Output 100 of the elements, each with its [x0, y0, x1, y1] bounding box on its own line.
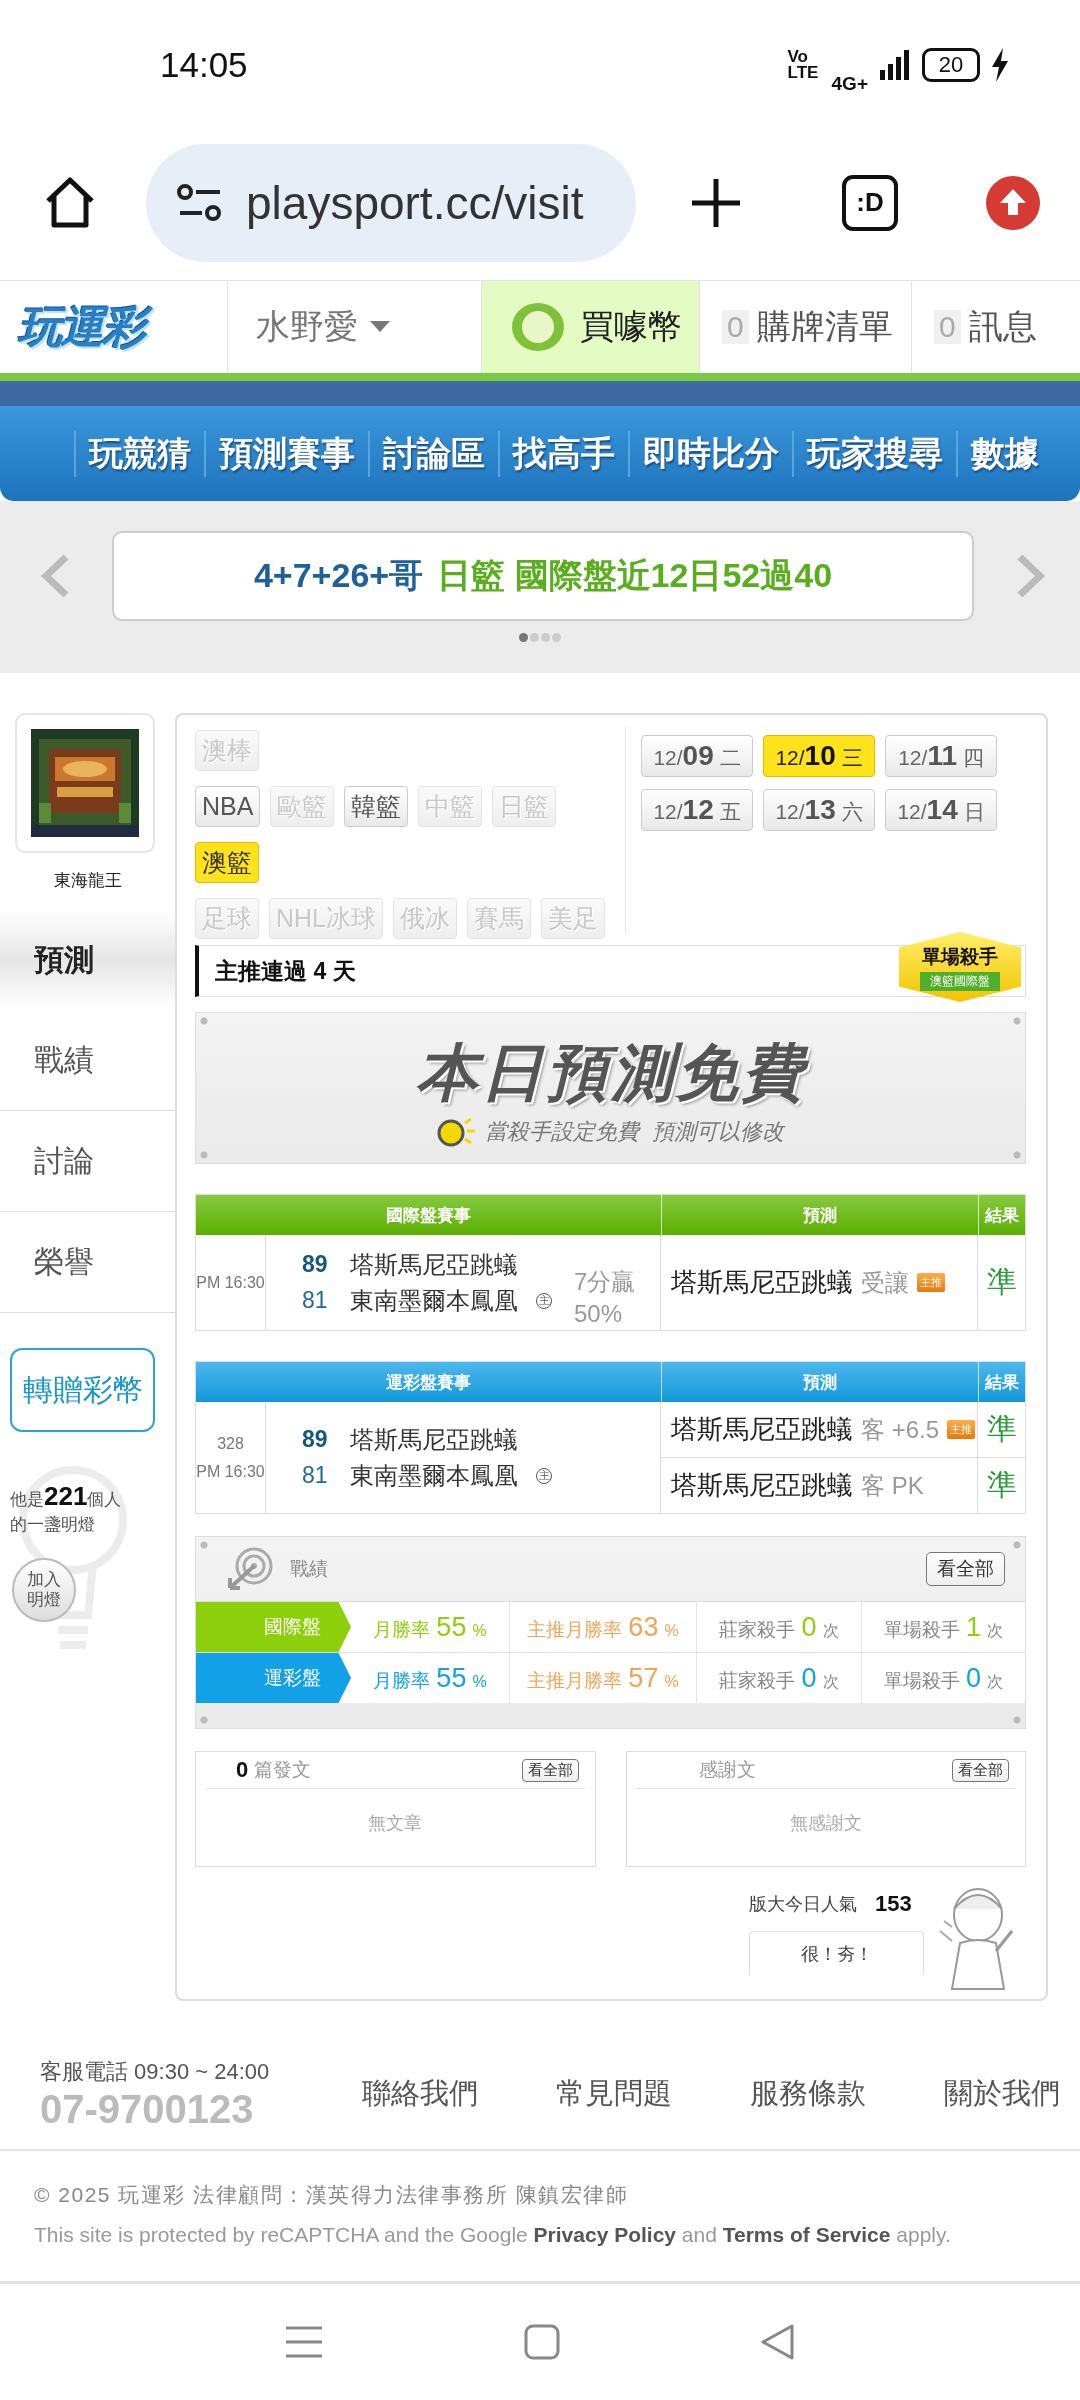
nav-link[interactable]: 找高手	[498, 430, 628, 477]
nav-link[interactable]: 預測賽事	[204, 430, 368, 477]
prediction-pick: 客 PK	[861, 1470, 924, 1501]
result-mark: 準	[986, 1411, 1017, 1447]
handicap-note: 50%	[574, 1298, 624, 1329]
column-header: 結果	[978, 1362, 1025, 1402]
page-dot[interactable]	[541, 633, 550, 642]
profile-tab[interactable]: 討論	[0, 1111, 175, 1212]
phone-number: 07-9700123	[40, 2086, 255, 2132]
post-count: 0	[236, 1757, 249, 1783]
page-dot[interactable]	[530, 633, 539, 642]
like-button[interactable]: 很！夯！	[749, 1931, 924, 1975]
team-score: 81	[302, 1462, 329, 1489]
game-time: PM 16:30	[196, 1273, 265, 1292]
stat-unit: %	[664, 1673, 679, 1691]
stat-label: 莊家殺手	[719, 1669, 796, 1693]
stat-value: 55	[436, 1612, 467, 1643]
back-icon[interactable]	[760, 2323, 796, 2361]
promo-text: 日籃 國際盤近12日52過40	[437, 555, 833, 596]
date-tab[interactable]: 12/10 三	[763, 735, 875, 777]
sport-filter[interactable]: 澳籃	[195, 842, 259, 883]
expert-name: 4+7+26+哥	[253, 555, 424, 596]
game-time: PM 16:30	[196, 1462, 265, 1481]
page-dot[interactable]	[552, 633, 561, 642]
stat-label: 月勝率	[373, 1669, 431, 1693]
messages-button[interactable]: 0 訊息	[912, 281, 1080, 373]
popularity-count: 153	[875, 1891, 912, 1917]
footer-link[interactable]: 服務條款	[750, 2074, 866, 2114]
date-tab[interactable]: 12/14 日	[885, 789, 997, 831]
stat-value: 55	[436, 1663, 467, 1694]
promo-card[interactable]: 4+7+26+哥 日籃 國際盤近12日52過40	[112, 531, 974, 621]
nav-link[interactable]: 玩家搜尋	[792, 430, 956, 477]
team-name: 塔斯馬尼亞跳蟻	[350, 1249, 518, 1280]
light-bulb-icon	[437, 1117, 478, 1147]
banner-subtitle: 當殺手設定免費 預測可以修改	[485, 1118, 784, 1146]
team-score: 89	[302, 1251, 329, 1278]
nav-link[interactable]: 數據	[956, 430, 1052, 477]
footer-link[interactable]: 關於我們	[944, 2074, 1060, 2114]
footer-link[interactable]: 聯絡我們	[362, 2074, 478, 2114]
cart-button[interactable]: 0 購牌清單	[700, 281, 912, 373]
stat-label: 莊家殺手	[719, 1618, 796, 1642]
stat-label: 主推月勝率	[527, 1618, 623, 1642]
stat-value: 57	[628, 1663, 659, 1694]
section-title: 戰績	[290, 1557, 328, 1581]
date-tab[interactable]: 12/09 二	[641, 735, 753, 777]
user-name: 東海龍王	[52, 870, 123, 892]
team-name: 塔斯馬尼亞跳蟻	[350, 1424, 518, 1455]
team-score: 89	[302, 1426, 329, 1453]
stat-value: 0	[966, 1663, 981, 1694]
buy-coins-button[interactable]: 買噱幣	[482, 281, 700, 373]
date-tab[interactable]: 12/13 六	[763, 789, 875, 831]
site-logo[interactable]: 玩運彩	[0, 281, 228, 373]
footer-link[interactable]: 常見問題	[556, 2074, 672, 2114]
nav-link[interactable]: 玩競猜	[74, 430, 204, 477]
empty-message: 無感謝文	[789, 1811, 862, 1835]
tab-switcher-button[interactable]: :D	[842, 174, 898, 231]
prediction-team: 塔斯馬尼亞跳蟻	[671, 1413, 853, 1446]
copyright-text: © 2025 玩運彩 法律顧問：漢英得力法律事務所 陳鎮宏律師	[34, 2182, 630, 2208]
prediction-team: 塔斯馬尼亞跳蟻	[671, 1266, 853, 1299]
view-all-button[interactable]: 看全部	[926, 1552, 1005, 1586]
prediction-team: 塔斯馬尼亞跳蟻	[671, 1469, 853, 1502]
column-header: 結果	[978, 1195, 1025, 1235]
battery-level: 20	[922, 48, 980, 82]
card-title: 感謝文	[698, 1758, 756, 1782]
profile-tab[interactable]: 戰績	[0, 1010, 175, 1111]
column-header: 預測	[661, 1362, 978, 1402]
row-label: 國際盤	[196, 1602, 351, 1652]
popularity-label: 版大今日人氣	[749, 1893, 857, 1916]
card-title: 篇發文	[254, 1758, 312, 1782]
main-pick-tag: 主推	[947, 1420, 976, 1439]
sport-filter[interactable]: 韓籃	[344, 786, 409, 827]
date-tab[interactable]: 12/12 五	[641, 789, 753, 831]
column-header: 運彩盤賽事	[385, 1371, 472, 1394]
address-bar[interactable]: playsport.cc/visit	[146, 143, 636, 262]
policy-link[interactable]: Terms of Service	[722, 2223, 891, 2246]
nav-link[interactable]: 討論區	[368, 430, 498, 477]
profile-tab[interactable]: 榮譽	[0, 1212, 175, 1313]
stat-unit: 次	[987, 1621, 1003, 1641]
caret-icon	[370, 321, 390, 333]
game-number: 328	[217, 1434, 244, 1453]
stat-label: 單場殺手	[884, 1669, 960, 1693]
view-all-button[interactable]: 看全部	[521, 1758, 579, 1782]
view-all-button[interactable]: 看全部	[952, 1758, 1009, 1782]
nav-link[interactable]: 即時比分	[628, 430, 792, 477]
clock: 14:05	[160, 45, 248, 85]
result-mark: 準	[986, 1264, 1017, 1300]
page-dot[interactable]	[519, 633, 528, 642]
stat-label: 單場殺手	[884, 1618, 960, 1642]
home-button-icon[interactable]	[524, 2324, 560, 2360]
empty-message: 無文章	[368, 1811, 423, 1835]
prediction-pick: 客 +6.5	[861, 1414, 940, 1445]
handicap-note: 7分贏	[574, 1267, 636, 1298]
join-lamp-button[interactable]: 加入明燈	[12, 1557, 76, 1622]
sport-filter[interactable]: NBA	[195, 786, 261, 827]
stat-unit: 次	[822, 1621, 839, 1641]
upload-icon[interactable]	[986, 175, 1040, 230]
date-tab[interactable]: 12/11 四	[885, 735, 997, 777]
service-hours: 客服電話 09:30 ~ 24:00	[40, 2057, 270, 2086]
policy-link[interactable]: Privacy Policy	[533, 2223, 676, 2246]
column-header: 預測	[661, 1195, 978, 1235]
